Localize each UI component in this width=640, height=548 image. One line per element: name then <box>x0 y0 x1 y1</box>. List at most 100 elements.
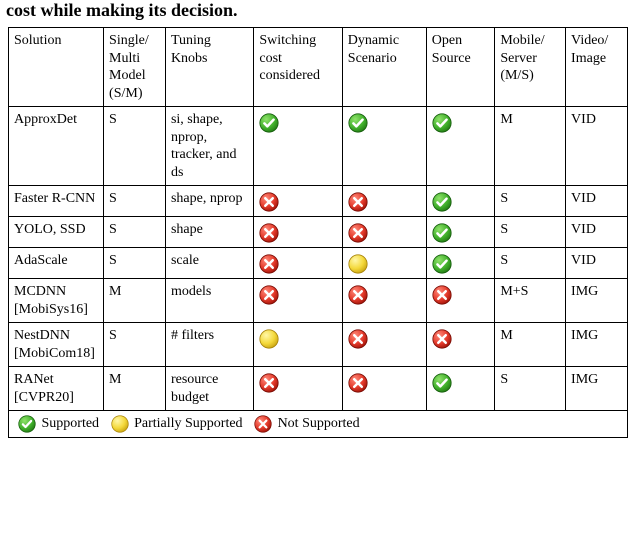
cell-media: VID <box>566 186 628 217</box>
cell-dynamic <box>342 186 426 217</box>
table-row: AdaScaleSscaleSVID <box>9 248 628 279</box>
cell-open <box>426 248 495 279</box>
table-row: RANet [CVPR20]Mresource budget SIMG <box>9 367 628 411</box>
cell-model: M <box>104 279 166 323</box>
table-row: YOLO, SSDSshapeSVID <box>9 217 628 248</box>
cross-icon <box>348 373 421 393</box>
cross-icon <box>348 223 421 243</box>
cell-model: S <box>104 323 166 367</box>
comparison-table: Solution Single/ Multi Model (S/M) Tunin… <box>8 27 628 438</box>
check-icon <box>432 254 490 274</box>
cell-media: VID <box>566 107 628 186</box>
legend-partial: Partially Supported <box>111 415 243 433</box>
cell-knobs: # filters <box>165 323 253 367</box>
cell-switching <box>254 186 342 217</box>
check-icon <box>432 223 490 243</box>
table-row: MCDNN [MobiSys16]MmodelsM+SIMG <box>9 279 628 323</box>
cell-model: M <box>104 367 166 411</box>
partial-icon <box>348 254 421 274</box>
cell-switching <box>254 279 342 323</box>
cross-icon <box>432 329 490 349</box>
cell-solution: Faster R-CNN <box>9 186 104 217</box>
cell-knobs: resource budget <box>165 367 253 411</box>
cell-mobile: S <box>495 186 566 217</box>
cell-switching <box>254 107 342 186</box>
cell-solution: AdaScale <box>9 248 104 279</box>
table-row: ApproxDetSsi, shape, nprop, tracker, and… <box>9 107 628 186</box>
cell-dynamic <box>342 107 426 186</box>
cell-mobile: S <box>495 248 566 279</box>
col-solution: Solution <box>9 28 104 107</box>
cell-model: S <box>104 248 166 279</box>
cell-media: IMG <box>566 323 628 367</box>
cell-knobs: scale <box>165 248 253 279</box>
cell-switching <box>254 217 342 248</box>
table-header-row: Solution Single/ Multi Model (S/M) Tunin… <box>9 28 628 107</box>
cell-switching <box>254 367 342 411</box>
cell-mobile: S <box>495 367 566 411</box>
cell-dynamic <box>342 279 426 323</box>
table-row: NestDNN [MobiCom18]S# filters MIMG <box>9 323 628 367</box>
check-icon <box>18 416 38 431</box>
col-knobs: Tuning Knobs <box>165 28 253 107</box>
cell-solution: NestDNN [MobiCom18] <box>9 323 104 367</box>
cross-icon <box>259 285 336 305</box>
legend-row: Supported Partially Supported Not Suppor… <box>9 411 628 438</box>
cell-knobs: si, shape, nprop, tracker, and ds <box>165 107 253 186</box>
col-dynamic: Dynamic Scenario <box>342 28 426 107</box>
cell-switching <box>254 323 342 367</box>
cell-mobile: M <box>495 323 566 367</box>
caption-fragment: cost while making its decision. <box>0 0 640 25</box>
cross-icon <box>432 285 490 305</box>
cell-switching <box>254 248 342 279</box>
col-model: Single/ Multi Model (S/M) <box>104 28 166 107</box>
cross-icon <box>259 254 336 274</box>
col-switching: Switching cost considered <box>254 28 342 107</box>
cell-knobs: shape, nprop <box>165 186 253 217</box>
cell-dynamic <box>342 248 426 279</box>
cell-media: VID <box>566 248 628 279</box>
cell-open <box>426 217 495 248</box>
legend-not-supported-label: Not Supported <box>278 416 360 431</box>
cell-model: S <box>104 186 166 217</box>
cell-solution: RANet [CVPR20] <box>9 367 104 411</box>
cell-mobile: M+S <box>495 279 566 323</box>
cell-media: IMG <box>566 367 628 411</box>
cell-model: S <box>104 217 166 248</box>
legend-partial-label: Partially Supported <box>134 416 243 431</box>
cell-dynamic <box>342 323 426 367</box>
col-media: Video/ Image <box>566 28 628 107</box>
check-icon <box>259 113 336 133</box>
col-open: Open Source <box>426 28 495 107</box>
col-mobile: Mobile/ Server (M/S) <box>495 28 566 107</box>
cell-knobs: models <box>165 279 253 323</box>
cell-mobile: M <box>495 107 566 186</box>
cross-icon <box>259 223 336 243</box>
cell-open <box>426 107 495 186</box>
partial-icon <box>111 416 131 431</box>
cell-media: VID <box>566 217 628 248</box>
cross-icon <box>259 192 336 212</box>
cross-icon <box>348 329 421 349</box>
cross-icon <box>254 416 274 431</box>
check-icon <box>432 192 490 212</box>
cell-open <box>426 186 495 217</box>
cell-open <box>426 323 495 367</box>
cell-dynamic <box>342 217 426 248</box>
table-row: Faster R-CNNSshape, npropSVID <box>9 186 628 217</box>
partial-icon <box>259 329 336 349</box>
cell-open <box>426 279 495 323</box>
table-body: ApproxDetSsi, shape, nprop, tracker, and… <box>9 107 628 411</box>
check-icon <box>432 373 490 393</box>
cell-mobile: S <box>495 217 566 248</box>
check-icon <box>432 113 490 133</box>
legend-supported: Supported <box>18 415 99 433</box>
cross-icon <box>348 285 421 305</box>
legend-supported-label: Supported <box>42 416 100 431</box>
cell-knobs: shape <box>165 217 253 248</box>
legend-cell: Supported Partially Supported Not Suppor… <box>9 411 628 438</box>
cell-open <box>426 367 495 411</box>
cell-model: S <box>104 107 166 186</box>
legend-not-supported: Not Supported <box>254 415 360 433</box>
cell-solution: ApproxDet <box>9 107 104 186</box>
